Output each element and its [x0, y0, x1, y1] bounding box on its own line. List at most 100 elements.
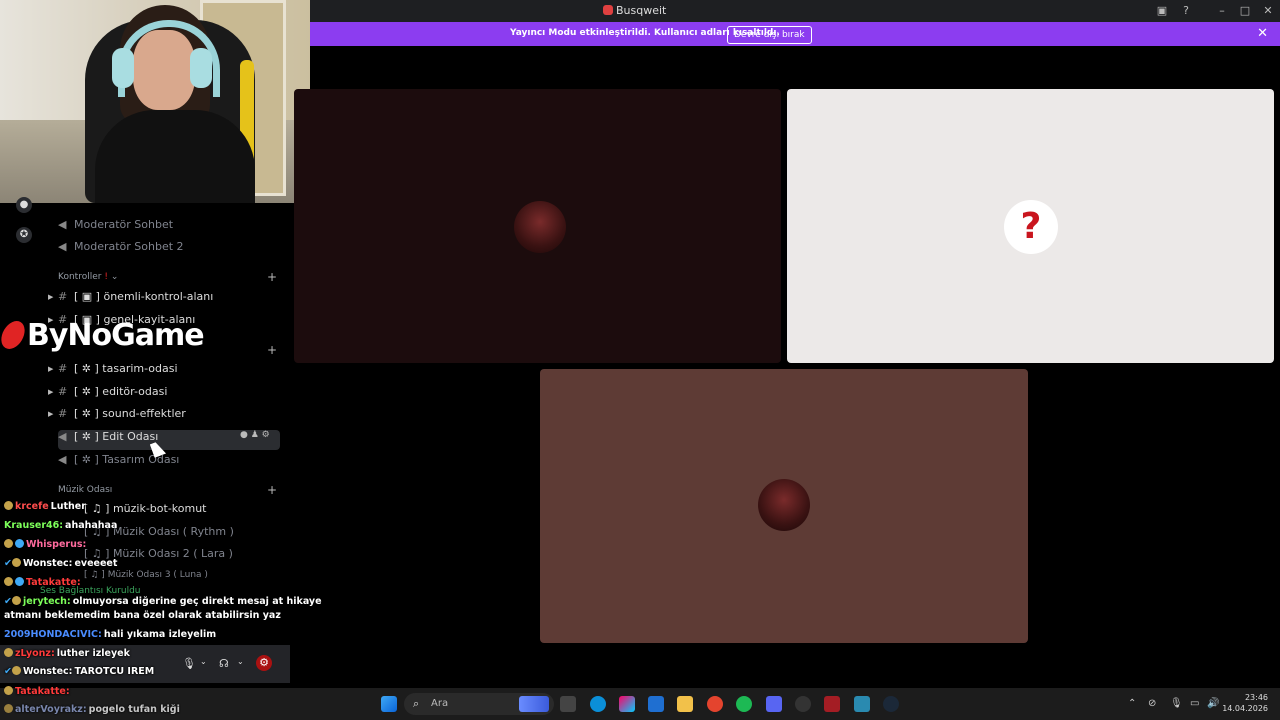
expand-arrow-icon[interactable]: ▶	[48, 293, 53, 301]
volume-icon[interactable]: 🔊	[1207, 698, 1219, 709]
text-channel[interactable]: #[ ▣ ] önemli-kontrol-alanı	[58, 290, 213, 310]
server-rail-icon[interactable]: ●	[16, 197, 32, 213]
add-channel-icon[interactable]: +	[267, 270, 277, 284]
discover-icon[interactable]: ✪	[16, 227, 32, 243]
discord-icon[interactable]	[766, 696, 782, 712]
microphone-tray-icon[interactable]: 🎙	[1170, 698, 1183, 709]
chat-username: krcefe	[15, 501, 49, 512]
clock-time: 23:46	[1244, 693, 1268, 702]
category-header[interactable]: Kontroller ! ⌄	[58, 272, 118, 282]
settings-app-icon[interactable]	[854, 696, 870, 712]
speaker-icon: ◀	[58, 430, 67, 443]
voice-channel[interactable]: ◀ Moderatör Sohbet	[58, 218, 173, 238]
channel-label: Müzik Odası ( Rythm )	[112, 525, 234, 538]
channel-label: editör-odasi	[102, 385, 168, 398]
microphone-icon[interactable]: 🎙	[182, 657, 196, 670]
display-icon[interactable]: ▭	[1190, 698, 1199, 709]
badge-icon	[4, 539, 13, 548]
chrome-icon[interactable]	[707, 696, 723, 712]
text-channel[interactable]: [ ♫ ] müzik-bot-komut	[84, 502, 207, 522]
channel-label: sound-effektler	[102, 407, 186, 420]
minimize-icon[interactable]: –	[1215, 4, 1229, 18]
expand-arrow-icon[interactable]: ▶	[48, 410, 53, 418]
text-channel[interactable]: #[ ✲ ] editör-odasi	[58, 385, 167, 405]
settings-gear-icon[interactable]: ⚙	[256, 655, 272, 671]
window-title: Busqweit	[616, 4, 667, 17]
mod-sword-icon: ✔	[4, 596, 12, 607]
voice-channel[interactable]: ◀[ ✲ ] Tasarım Odası	[58, 453, 179, 473]
chat-message: ✔ Wonstec: eveeeet	[4, 558, 117, 569]
headphone-right	[190, 48, 212, 88]
search-highlight-icon	[519, 696, 549, 712]
category-label: Kontroller	[58, 272, 102, 282]
chat-username: Tatakatte:	[26, 577, 81, 588]
chat-text: Luther	[50, 501, 86, 512]
headphone-left	[112, 48, 134, 88]
video-tile-2[interactable]: ?	[787, 89, 1274, 363]
disable-streamer-mode-button[interactable]: Devre dışı bırak	[727, 26, 812, 44]
app-logo-icon	[603, 5, 613, 15]
file-explorer-icon[interactable]	[677, 696, 693, 712]
close-window-icon[interactable]: ✕	[1261, 4, 1275, 18]
chat-text: luther izleyek	[56, 648, 130, 659]
add-channel-icon[interactable]: +	[267, 483, 277, 497]
mod-sword-icon: ✔	[4, 666, 12, 677]
chat-message: atmanı beklemedim bana özel olarak atabi…	[4, 610, 281, 621]
participant-avatar	[758, 479, 810, 531]
edge-icon[interactable]	[590, 696, 606, 712]
channel-label: Müzik Odası 3 ( Luna )	[107, 570, 208, 580]
channel-label: önemli-kontrol-alanı	[103, 290, 214, 303]
chat-message: krcefe Luther	[4, 501, 86, 512]
hash-icon: #	[58, 407, 68, 420]
category-header[interactable]: Müzik Odası	[58, 485, 112, 495]
hash-icon: #	[58, 362, 68, 375]
close-icon[interactable]: ✕	[1257, 26, 1268, 41]
search-icon: ⌕	[413, 697, 420, 710]
channel-label: Moderatör Sohbet 2	[74, 240, 184, 253]
channel-actions-icon[interactable]: ● ♟ ⚙	[240, 430, 270, 440]
text-channel[interactable]: #[ ✲ ] tasarim-odasi	[58, 362, 178, 382]
text-channel[interactable]: #[ ✲ ] sound-effektler	[58, 407, 186, 427]
store-icon[interactable]	[648, 696, 664, 712]
voice-channel[interactable]: [ ♫ ] Müzik Odası 3 ( Luna )	[84, 570, 208, 580]
steam-icon[interactable]	[883, 696, 899, 712]
chevron-down-icon[interactable]: ⌄	[200, 657, 207, 666]
maximize-icon[interactable]: □	[1238, 4, 1252, 18]
bynogame-logo: ByNoGame	[0, 318, 205, 353]
media-app-icon[interactable]	[824, 696, 840, 712]
speaker-icon: ◀	[58, 453, 67, 466]
obs-icon[interactable]	[795, 696, 811, 712]
clock-date: 14.04.2026	[1222, 704, 1268, 713]
voice-channel[interactable]: ◀ Moderatör Sohbet 2	[58, 240, 184, 260]
expand-arrow-icon[interactable]: ▶	[48, 365, 53, 373]
chevron-down-icon[interactable]: ⌄	[237, 657, 244, 666]
spotify-icon[interactable]	[736, 696, 752, 712]
help-icon[interactable]: ?	[1179, 4, 1193, 18]
chat-message: Whisperus:	[4, 539, 88, 550]
hash-icon: #	[58, 290, 68, 303]
badge-icon	[11, 666, 21, 675]
webcam-overlay	[0, 0, 310, 203]
video-tile-1[interactable]	[294, 89, 781, 363]
chat-username: Krauser46:	[4, 520, 64, 531]
chat-message: Tatakatte:	[4, 577, 83, 588]
chevron-down-icon: ⌄	[110, 272, 119, 282]
add-channel-icon[interactable]: +	[267, 343, 277, 357]
chat-text: hali yıkama izleyelim	[103, 629, 217, 640]
copilot-icon[interactable]	[619, 696, 635, 712]
chat-username: zLyonz:	[15, 648, 55, 659]
video-tile-3[interactable]	[540, 369, 1028, 643]
participant-avatar	[514, 201, 566, 253]
network-off-icon[interactable]: ⊘	[1148, 698, 1156, 709]
chat-message: Krauser46: ahahahaa	[4, 520, 117, 531]
tray-chevron-up-icon[interactable]: ⌃	[1128, 698, 1136, 709]
windows-start-icon[interactable]	[381, 696, 397, 712]
channel-label: Edit Odası	[102, 430, 159, 443]
headphones-icon[interactable]: ☊	[219, 657, 229, 670]
voice-channel-hovered[interactable]: ◀[ ✲ ] Edit Odası ● ♟ ⚙	[58, 430, 280, 450]
taskbar-clock[interactable]: 23:46 14.04.2026	[1222, 692, 1268, 714]
inbox-icon[interactable]: ▣	[1155, 4, 1169, 18]
expand-arrow-icon[interactable]: ▶	[48, 388, 53, 396]
task-view-icon[interactable]	[560, 696, 576, 712]
badge-icon	[11, 558, 21, 567]
